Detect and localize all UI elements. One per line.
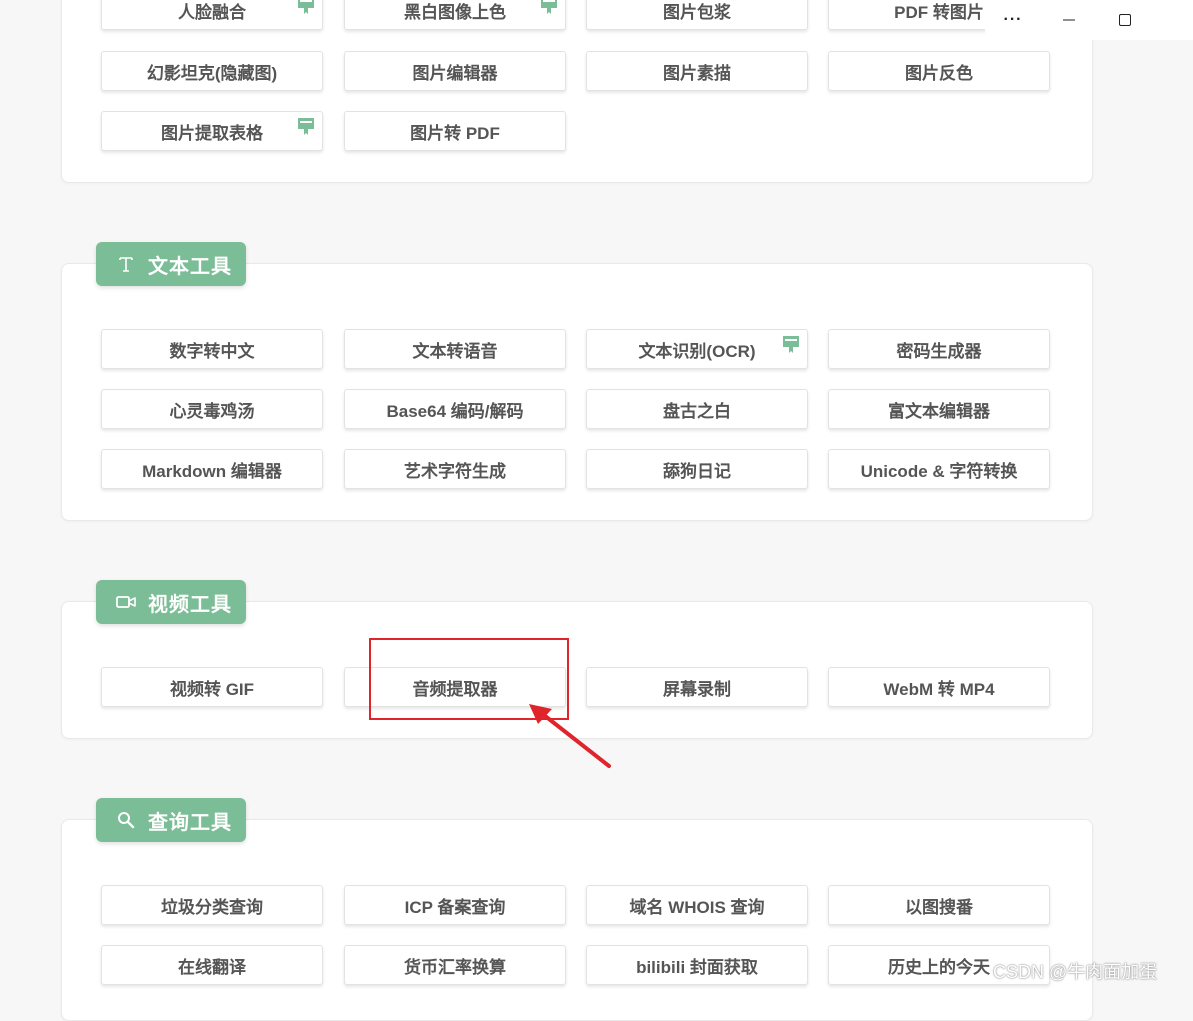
tool-ascii-art[interactable]: 艺术字符生成 bbox=[344, 449, 566, 489]
section-badge-text-tools: 文本工具 bbox=[96, 242, 246, 286]
video-camera-icon bbox=[114, 590, 138, 614]
maximize-icon bbox=[1119, 14, 1131, 26]
tool-label: 域名 WHOIS 查询 bbox=[629, 897, 765, 917]
tool-phantom-tank[interactable]: 幻影坦克(隐藏图) bbox=[101, 51, 323, 91]
tool-password-generator[interactable]: 密码生成器 bbox=[828, 329, 1050, 369]
tool-face-fusion[interactable]: 人脸融合 bbox=[101, 0, 323, 30]
tool-label: 视频转 GIF bbox=[169, 679, 255, 699]
tool-label: PDF 转图片 bbox=[894, 2, 984, 22]
tool-label: 图片提取表格 bbox=[161, 123, 263, 143]
tool-label: 图片素描 bbox=[663, 63, 731, 83]
tool-pangu-spacing[interactable]: 盘古之白 bbox=[586, 389, 808, 429]
tool-label: Base64 编码/解码 bbox=[386, 401, 524, 421]
section-badge-query-tools: 查询工具 bbox=[96, 798, 246, 842]
tool-image-editor[interactable]: 图片编辑器 bbox=[344, 51, 566, 91]
maximize-button[interactable] bbox=[1097, 0, 1153, 40]
tool-image-sketch[interactable]: 图片素描 bbox=[586, 51, 808, 91]
section-title: 查询工具 bbox=[148, 811, 232, 834]
tool-label: 盘古之白 bbox=[663, 401, 731, 421]
tool-label: 文本识别(OCR) bbox=[638, 341, 756, 361]
tool-base64[interactable]: Base64 编码/解码 bbox=[344, 389, 566, 429]
tool-bilibili-cover[interactable]: bilibili 封面获取 bbox=[586, 945, 808, 985]
tool-label: 图片转 PDF bbox=[410, 123, 500, 143]
tool-label: 在线翻译 bbox=[178, 957, 246, 977]
flag-icon bbox=[298, 0, 314, 14]
more-icon: ··· bbox=[1003, 11, 1023, 28]
tool-jpeg-patina[interactable]: 图片包浆 bbox=[586, 0, 808, 30]
tool-label: 文本转语音 bbox=[412, 341, 498, 361]
tool-video-to-gif[interactable]: 视频转 GIF bbox=[101, 667, 323, 707]
section-title: 文本工具 bbox=[148, 255, 232, 278]
tool-label: 货币汇率换算 bbox=[404, 957, 506, 977]
more-options-button[interactable]: ··· bbox=[985, 0, 1041, 40]
flag-icon bbox=[541, 0, 557, 14]
tool-label: 图片编辑器 bbox=[412, 63, 498, 83]
tool-label: 图片包浆 bbox=[663, 2, 731, 22]
tool-label: 垃圾分类查询 bbox=[161, 897, 263, 917]
flag-icon bbox=[783, 336, 799, 353]
tool-label: 以图搜番 bbox=[905, 897, 973, 917]
tool-number-to-chinese[interactable]: 数字转中文 bbox=[101, 329, 323, 369]
flag-icon bbox=[298, 118, 314, 135]
text-T-icon bbox=[114, 252, 138, 276]
tool-label: 富文本编辑器 bbox=[888, 401, 990, 421]
annotation-arrow-icon bbox=[529, 704, 611, 768]
tool-markdown-editor[interactable]: Markdown 编辑器 bbox=[101, 449, 323, 489]
tool-icp-lookup[interactable]: ICP 备案查询 bbox=[344, 885, 566, 925]
tool-label: 密码生成器 bbox=[896, 341, 982, 361]
tool-image-table-extract[interactable]: 图片提取表格 bbox=[101, 111, 323, 151]
tool-label: WebM 转 MP4 bbox=[883, 679, 995, 699]
tool-label: Unicode & 字符转换 bbox=[860, 461, 1018, 481]
tool-unicode-convert[interactable]: Unicode & 字符转换 bbox=[828, 449, 1050, 489]
tool-ocr[interactable]: 文本识别(OCR) bbox=[586, 329, 808, 369]
minimize-icon bbox=[1063, 19, 1075, 21]
tool-label: 艺术字符生成 bbox=[404, 461, 506, 481]
tool-image-to-pdf[interactable]: 图片转 PDF bbox=[344, 111, 566, 151]
tool-colorize[interactable]: 黑白图像上色 bbox=[344, 0, 566, 30]
search-icon bbox=[114, 808, 138, 832]
tool-garbage-classification[interactable]: 垃圾分类查询 bbox=[101, 885, 323, 925]
tool-text-to-speech[interactable]: 文本转语音 bbox=[344, 329, 566, 369]
tool-label: ICP 备案查询 bbox=[404, 897, 506, 917]
tool-online-translate[interactable]: 在线翻译 bbox=[101, 945, 323, 985]
tool-whois-lookup[interactable]: 域名 WHOIS 查询 bbox=[586, 885, 808, 925]
tool-soul-soup[interactable]: 心灵毒鸡汤 bbox=[101, 389, 323, 429]
tool-label: 历史上的今天 bbox=[888, 957, 990, 977]
tool-label: 幻影坦克(隐藏图) bbox=[146, 63, 278, 83]
section-title: 视频工具 bbox=[148, 593, 232, 616]
tool-image-invert[interactable]: 图片反色 bbox=[828, 51, 1050, 91]
tool-label: 数字转中文 bbox=[169, 341, 255, 361]
tool-label: 舔狗日记 bbox=[663, 461, 731, 481]
tool-webm-to-mp4[interactable]: WebM 转 MP4 bbox=[828, 667, 1050, 707]
tool-rich-text-editor[interactable]: 富文本编辑器 bbox=[828, 389, 1050, 429]
tool-label: 人脸融合 bbox=[178, 2, 246, 22]
tool-label: 心灵毒鸡汤 bbox=[169, 401, 255, 421]
minimize-button[interactable] bbox=[1041, 0, 1097, 40]
tool-label: bilibili 封面获取 bbox=[636, 957, 758, 977]
section-badge-video-tools: 视频工具 bbox=[96, 580, 246, 624]
tool-anime-image-search[interactable]: 以图搜番 bbox=[828, 885, 1050, 925]
tool-label: 黑白图像上色 bbox=[404, 2, 506, 22]
tool-label: 图片反色 bbox=[905, 63, 973, 83]
window-controls: ··· bbox=[985, 0, 1193, 40]
tool-label: Markdown 编辑器 bbox=[142, 461, 282, 481]
tool-label: 屏幕录制 bbox=[663, 679, 731, 699]
tool-simp-diary[interactable]: 舔狗日记 bbox=[586, 449, 808, 489]
watermark: CSDN @牛肉面加蛋 bbox=[993, 962, 1158, 982]
tool-currency-exchange[interactable]: 货币汇率换算 bbox=[344, 945, 566, 985]
